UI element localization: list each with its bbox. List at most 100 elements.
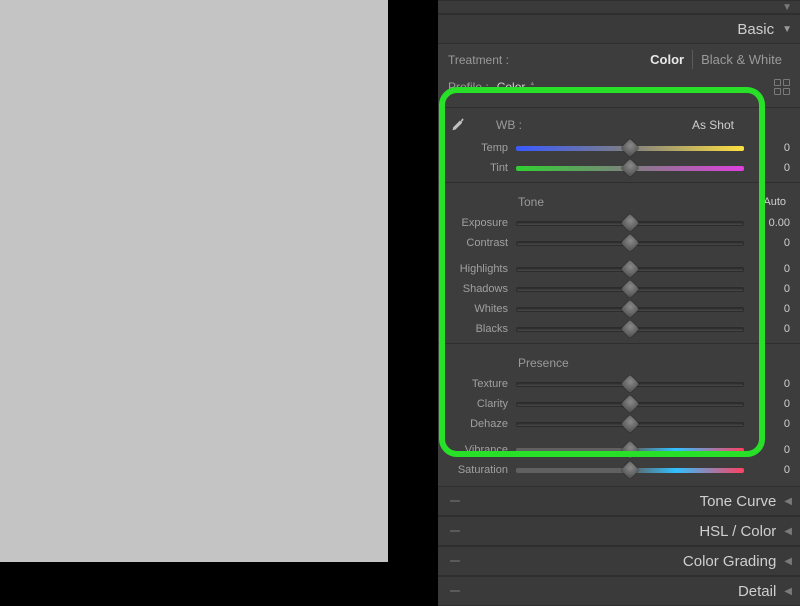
slider-contrast: Contrast 0 <box>438 233 800 253</box>
profile-value[interactable]: Color <box>497 80 526 94</box>
develop-panel: ▼ Basic ▼ Treatment : Color Black & Whit… <box>438 0 800 562</box>
treatment-bw[interactable]: Black & White <box>692 50 790 69</box>
slider-value[interactable]: 0 <box>744 378 790 390</box>
slider-value[interactable]: 0.00 <box>744 217 790 229</box>
slider-label: Exposure <box>448 217 516 229</box>
profile-row: Profile : Color ▲▼ <box>438 75 800 103</box>
slider-track[interactable] <box>516 468 744 473</box>
chevron-down-icon: ▼ <box>782 24 792 35</box>
slider-value[interactable]: 0 <box>744 323 790 335</box>
slider-track[interactable] <box>516 241 744 246</box>
tone-auto-button[interactable]: Auto <box>763 196 786 208</box>
panel-switch-icon[interactable] <box>450 500 460 502</box>
slider-highlights: Highlights 0 <box>438 259 800 279</box>
slider-blacks: Blacks 0 <box>438 319 800 339</box>
chevron-down-icon: ▼ <box>782 2 792 13</box>
slider-thumb[interactable] <box>621 159 639 177</box>
panel-gutter <box>388 0 438 562</box>
slider-thumb[interactable] <box>621 461 639 479</box>
slider-vibrance: Vibrance 0 <box>438 440 800 460</box>
slider-thumb[interactable] <box>621 415 639 433</box>
slider-track[interactable] <box>516 422 744 427</box>
slider-track[interactable] <box>516 221 744 226</box>
slider-clarity: Clarity 0 <box>438 394 800 414</box>
panel-header-hsl[interactable]: HSL / Color ◀ <box>438 516 800 546</box>
slider-thumb[interactable] <box>621 234 639 252</box>
slider-label: Temp <box>448 142 516 154</box>
slider-track[interactable] <box>516 146 744 151</box>
panel-switch-icon[interactable] <box>450 530 460 532</box>
group-tone-header: Tone Auto <box>438 187 800 213</box>
panel-title-basic: Basic <box>737 21 774 38</box>
chevron-left-icon: ◀ <box>784 526 792 537</box>
slider-thumb[interactable] <box>621 395 639 413</box>
chevron-left-icon: ◀ <box>784 496 792 507</box>
slider-tint: Tint 0 <box>438 158 800 178</box>
divider <box>438 107 800 108</box>
slider-thumb[interactable] <box>621 375 639 393</box>
slider-thumb[interactable] <box>621 441 639 459</box>
slider-track[interactable] <box>516 287 744 292</box>
group-title: Tone <box>518 195 544 209</box>
slider-whites: Whites 0 <box>438 299 800 319</box>
slider-label: Whites <box>448 303 516 315</box>
slider-label: Vibrance <box>448 444 516 456</box>
treatment-label: Treatment : <box>448 53 509 67</box>
slider-shadows: Shadows 0 <box>438 279 800 299</box>
slider-value[interactable]: 0 <box>744 162 790 174</box>
slider-value[interactable]: 0 <box>744 263 790 275</box>
panel-header-tonecurve[interactable]: Tone Curve ◀ <box>438 486 800 516</box>
slider-track[interactable] <box>516 307 744 312</box>
panel-title: HSL / Color <box>699 523 776 540</box>
slider-track[interactable] <box>516 382 744 387</box>
slider-dehaze: Dehaze 0 <box>438 414 800 434</box>
slider-track[interactable] <box>516 327 744 332</box>
slider-thumb[interactable] <box>621 280 639 298</box>
treatment-color[interactable]: Color <box>642 50 692 69</box>
eyedropper-icon[interactable] <box>448 116 466 134</box>
panel-header-detail[interactable]: Detail ◀ <box>438 576 800 606</box>
panel-switch-icon[interactable] <box>450 590 460 592</box>
slider-value[interactable]: 0 <box>744 237 790 249</box>
slider-value[interactable]: 0 <box>744 142 790 154</box>
slider-track[interactable] <box>516 267 744 272</box>
slider-temp: Temp 0 <box>438 138 800 158</box>
panel-title: Detail <box>738 583 776 600</box>
slider-texture: Texture 0 <box>438 374 800 394</box>
wb-value[interactable]: As Shot <box>692 118 734 132</box>
profile-label: Profile : <box>448 80 489 94</box>
group-title: Presence <box>518 356 569 370</box>
slider-value[interactable]: 0 <box>744 398 790 410</box>
slider-thumb[interactable] <box>621 300 639 318</box>
group-presence-header: Presence <box>438 348 800 374</box>
profile-stepper[interactable]: ▲▼ <box>529 82 535 93</box>
wb-label: WB : <box>496 118 522 132</box>
slider-track[interactable] <box>516 402 744 407</box>
panel-title: Tone Curve <box>700 493 777 510</box>
slider-thumb[interactable] <box>621 260 639 278</box>
slider-label: Blacks <box>448 323 516 335</box>
image-preview-area[interactable] <box>0 0 388 562</box>
slider-label: Contrast <box>448 237 516 249</box>
slider-value[interactable]: 0 <box>744 418 790 430</box>
slider-track[interactable] <box>516 448 744 453</box>
slider-label: Clarity <box>448 398 516 410</box>
slider-exposure: Exposure 0.00 <box>438 213 800 233</box>
slider-value[interactable]: 0 <box>744 444 790 456</box>
panel-header-basic[interactable]: Basic ▼ <box>438 14 800 44</box>
profile-browser-icon[interactable] <box>774 79 790 95</box>
slider-label: Saturation <box>448 464 516 476</box>
slider-thumb[interactable] <box>621 214 639 232</box>
slider-value[interactable]: 0 <box>744 464 790 476</box>
slider-value[interactable]: 0 <box>744 303 790 315</box>
treatment-row: Treatment : Color Black & White <box>438 44 800 75</box>
treatment-segmented: Color Black & White <box>642 50 790 69</box>
slider-track[interactable] <box>516 166 744 171</box>
slider-saturation: Saturation 0 <box>438 460 800 480</box>
slider-label: Texture <box>448 378 516 390</box>
slider-value[interactable]: 0 <box>744 283 790 295</box>
panel-header-colorgrading[interactable]: Color Grading ◀ <box>438 546 800 576</box>
slider-thumb[interactable] <box>621 320 639 338</box>
slider-label: Tint <box>448 162 516 174</box>
slider-thumb[interactable] <box>621 139 639 157</box>
